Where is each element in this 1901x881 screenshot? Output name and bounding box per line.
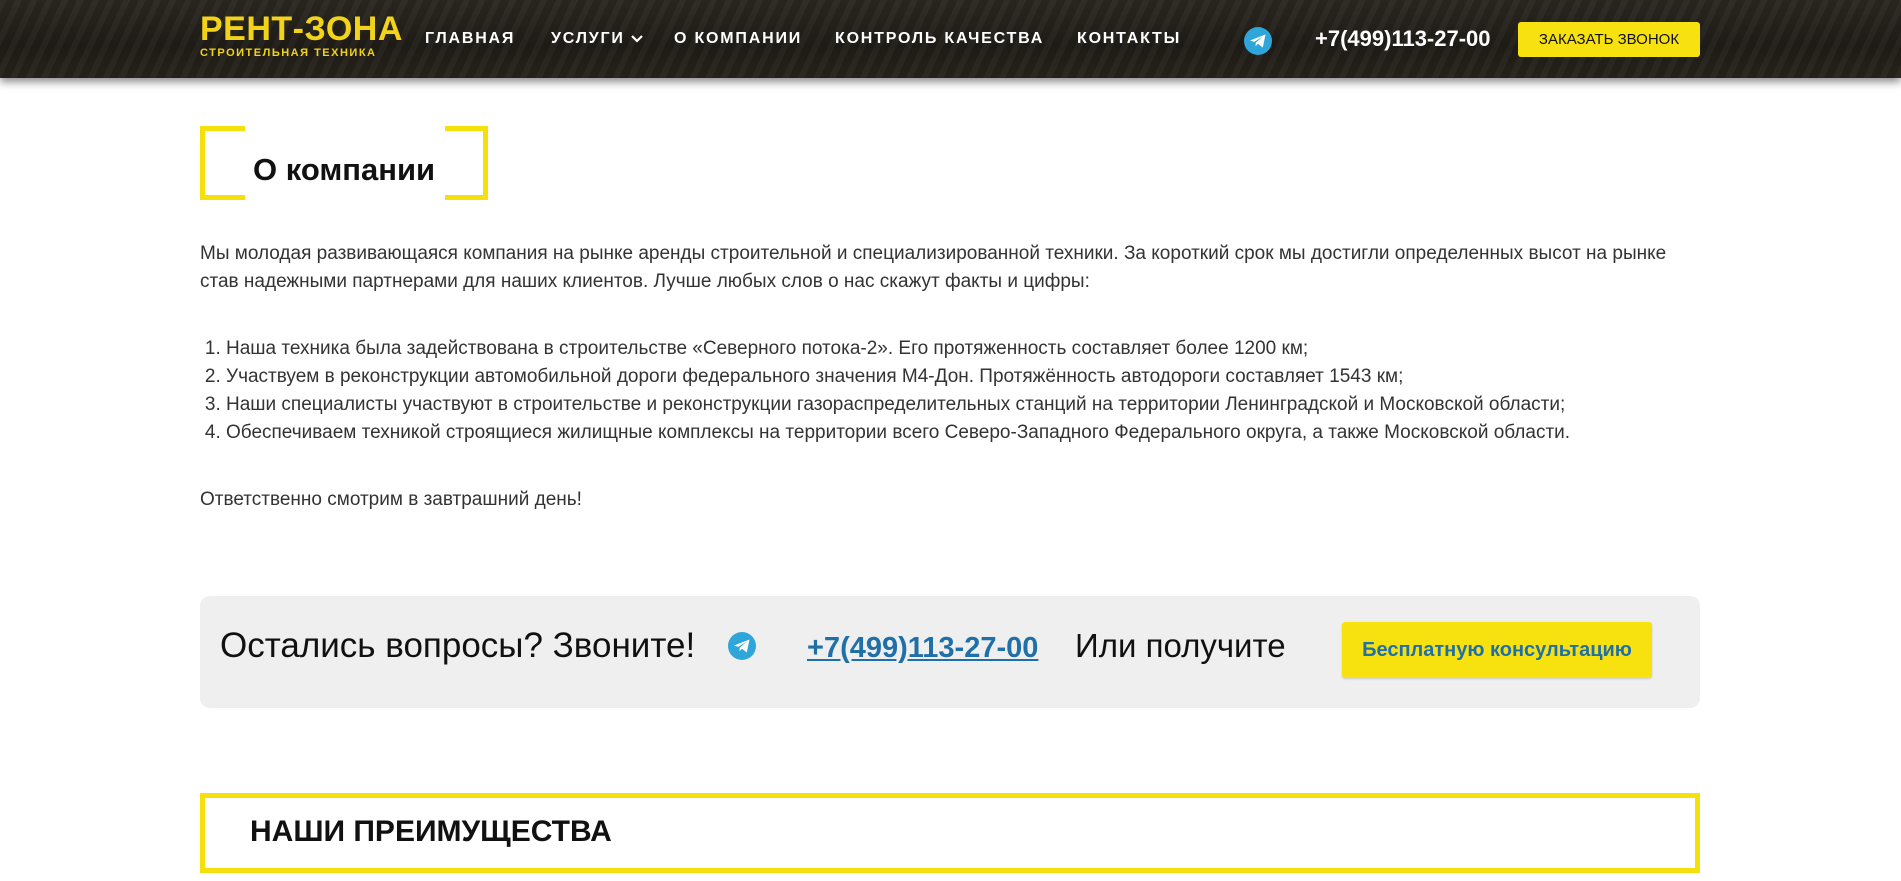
nav-item-label: О КОМПАНИИ bbox=[674, 30, 803, 47]
list-item: Обеспечиваем техникой строящиеся жилищны… bbox=[226, 419, 1726, 447]
nav-item-label: УСЛУГИ bbox=[551, 30, 625, 48]
about-intro: Мы молодая развивающаяся компания на рын… bbox=[200, 243, 1667, 292]
nav-item-about[interactable]: О КОМПАНИИ bbox=[674, 30, 802, 48]
about-title-frame: О компании bbox=[200, 126, 488, 200]
advantages-title: НАШИ ПРЕИМУЩЕСТВА bbox=[250, 815, 612, 848]
list-item: Участвуем в реконструкции автомобильной … bbox=[226, 363, 1726, 391]
frame-gap-bottom bbox=[245, 195, 445, 200]
about-closing: Ответственно смотрим в завтрашний день! bbox=[200, 489, 582, 510]
order-call-button[interactable]: ЗАКАЗАТЬ ЗВОНОК bbox=[1518, 22, 1700, 57]
page-title: О компании bbox=[253, 152, 436, 187]
logo-title: РЕНТ-ЗОНА bbox=[200, 10, 403, 48]
cta-or-text: Или получите bbox=[1075, 627, 1286, 664]
nav-item-services[interactable]: УСЛУГИ bbox=[551, 30, 643, 48]
facts-list: Наша техника была задействована в строит… bbox=[200, 335, 1726, 447]
nav-item-label: ГЛАВНАЯ bbox=[425, 30, 516, 47]
telegram-icon[interactable] bbox=[728, 632, 756, 660]
header-phone[interactable]: +7(499)113-27-00 bbox=[1315, 27, 1491, 51]
advantages-title-frame: НАШИ ПРЕИМУЩЕСТВА bbox=[200, 793, 1700, 873]
nav-item-label: КОНТАКТЫ bbox=[1077, 30, 1182, 47]
logo-subtitle: СТРОИТЕЛЬНАЯ ТЕХНИКА bbox=[200, 47, 377, 59]
chevron-down-icon bbox=[630, 30, 643, 48]
free-consultation-button[interactable]: Бесплатную консультацию bbox=[1342, 622, 1652, 678]
nav-item-contacts[interactable]: КОНТАКТЫ bbox=[1077, 30, 1181, 48]
list-item: Наши специалисты участвуют в строительст… bbox=[226, 391, 1726, 419]
telegram-icon[interactable] bbox=[1244, 27, 1272, 55]
cta-question: Остались вопросы? Звоните! bbox=[220, 626, 696, 665]
nav-item-label: КОНТРОЛЬ КАЧЕСТВА bbox=[835, 30, 1045, 47]
nav-item-home[interactable]: ГЛАВНАЯ bbox=[425, 30, 515, 48]
list-item: Наша техника была задействована в строит… bbox=[226, 335, 1726, 363]
questions-banner: Остались вопросы? Звоните! +7(499)113-27… bbox=[200, 596, 1700, 708]
site-header: РЕНТ-ЗОНА СТРОИТЕЛЬНАЯ ТЕХНИКА ГЛАВНАЯ У… bbox=[0, 0, 1901, 78]
nav-item-quality[interactable]: КОНТРОЛЬ КАЧЕСТВА bbox=[835, 30, 1044, 48]
cta-phone-link[interactable]: +7(499)113-27-00 bbox=[807, 631, 1038, 665]
logo[interactable]: РЕНТ-ЗОНА СТРОИТЕЛЬНАЯ ТЕХНИКА bbox=[200, 12, 403, 59]
frame-gap-top bbox=[245, 126, 445, 131]
